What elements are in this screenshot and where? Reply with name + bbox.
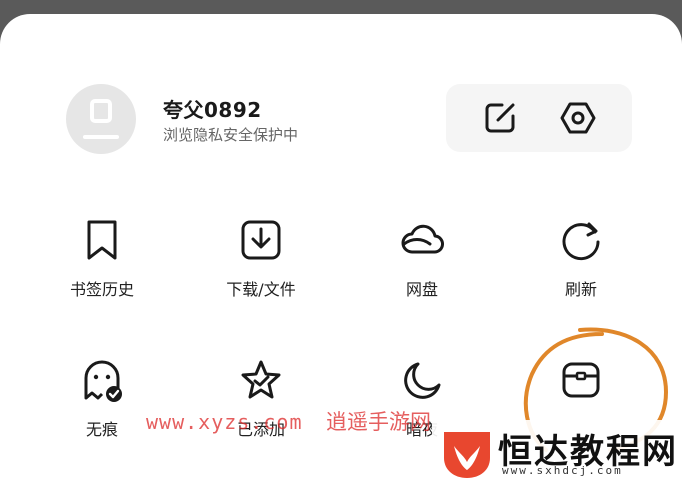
menu-item-refresh[interactable]: 刷新 [521,218,641,308]
watermark-text: 逍遥手游网 [326,410,431,434]
moon-icon [404,362,441,399]
site-logo-url: www.sxhdcj.com [502,464,623,477]
menu-item-cloud-drive[interactable]: 网盘 [362,218,482,308]
edit-button[interactable] [482,100,518,136]
privacy-status: 浏览隐私安全保护中 [163,126,299,144]
profile-actions [446,84,632,152]
menu-item-label: 刷新 [564,280,597,299]
menu-item-label: 无痕 [85,420,118,439]
menu-item-label: 网盘 [405,280,438,299]
menu-item-label: 书签历史 [69,280,134,299]
watermark-url: www.xyzs.com [146,410,303,434]
menu-item-incognito[interactable]: 无痕 [42,358,162,448]
ghost-icon [84,360,122,402]
avatar[interactable] [66,84,136,154]
settings-button[interactable] [560,100,596,136]
menu-item-downloads[interactable]: 下载/文件 [201,218,321,308]
menu-item-label: 下载/文件 [226,280,296,299]
edit-icon [485,103,515,133]
cloud-icon [401,224,444,254]
site-logo-icon [444,432,490,478]
menu-item-added[interactable]: 已添加 [201,358,321,448]
settings-hex-icon [560,102,596,134]
site-logo: 恒达教程网 www.sxhdcj.com [432,420,682,484]
star-icon [241,360,281,399]
menu-item-bookmarks[interactable]: 书签历史 [42,218,162,308]
refresh-icon [562,222,600,261]
download-icon [241,220,281,260]
bookmark-icon [87,220,117,260]
user-placeholder-icon [83,99,119,139]
username: 夸父0892 [163,98,262,122]
